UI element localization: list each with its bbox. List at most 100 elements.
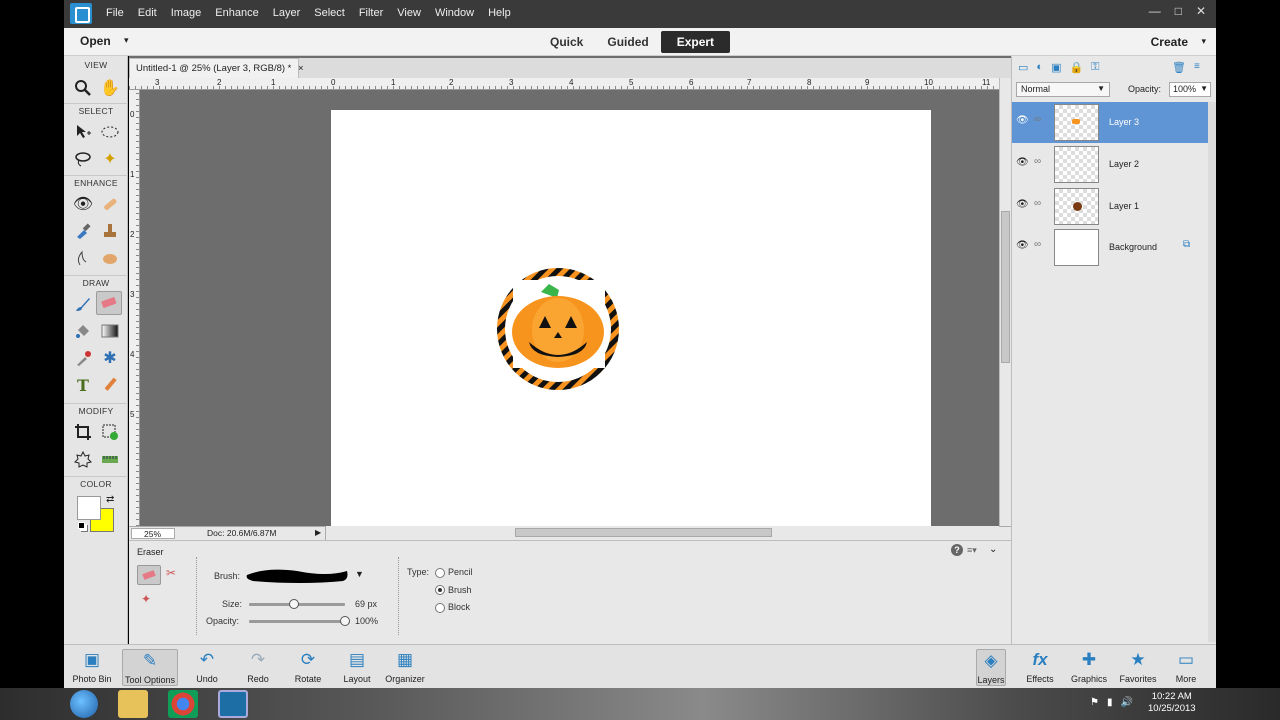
layer-opacity-field[interactable]: 100% ▼ <box>1169 82 1211 97</box>
lasso-tool-icon[interactable] <box>70 147 96 171</box>
link-icon[interactable]: ∞ <box>1034 114 1041 125</box>
default-colors-icon[interactable] <box>78 522 85 529</box>
recompose-tool-icon[interactable] <box>97 420 123 444</box>
size-slider-knob[interactable] <box>289 599 300 609</box>
effects-button[interactable]: fx Effects <box>1015 649 1065 684</box>
layer-row-layer-2[interactable]: 👁 ∞ Layer 2 <box>1012 144 1209 185</box>
visibility-eye-icon[interactable]: 👁 <box>1016 240 1029 251</box>
custom-shape-tool-icon[interactable]: ✱ <box>97 346 123 370</box>
zoom-field[interactable]: 25% <box>131 528 175 539</box>
favorites-button[interactable]: ★ Favorites <box>1113 649 1163 684</box>
create-dropdown-icon[interactable]: ▾ <box>1201 36 1206 47</box>
red-eye-tool-icon[interactable]: 👁 <box>70 192 96 216</box>
options-menu-icon[interactable]: ≡▾ <box>967 545 977 556</box>
link-icon[interactable]: ∞ <box>1034 198 1041 209</box>
chrome-taskbar-icon[interactable] <box>168 690 198 718</box>
layer-name[interactable]: Layer 2 <box>1109 159 1139 169</box>
blur-tool-icon[interactable] <box>70 246 96 270</box>
visibility-eye-icon[interactable]: 👁 <box>1016 115 1029 126</box>
maximize-button[interactable]: □ <box>1175 4 1182 18</box>
lock-transparency-icon[interactable]: ⚿ <box>1091 61 1099 74</box>
open-button[interactable]: Open <box>80 34 111 48</box>
hand-tool-icon[interactable]: ✋ <box>97 76 123 100</box>
menu-enhance[interactable]: Enhance <box>215 7 258 19</box>
eraser-mode-icon[interactable] <box>137 565 161 585</box>
document-tab-close-icon[interactable]: × <box>298 63 304 74</box>
type-brush-radio[interactable] <box>435 585 445 595</box>
background-eraser-icon[interactable]: ✂ <box>166 566 176 580</box>
paint-bucket-tool-icon[interactable] <box>70 319 96 343</box>
network-icon[interactable]: ▮ <box>1107 697 1113 708</box>
layer-name[interactable]: Layer 1 <box>1109 201 1139 211</box>
spot-healing-tool-icon[interactable] <box>97 192 123 216</box>
type-brush-label[interactable]: Brush <box>448 585 472 595</box>
undo-button[interactable]: ↶ Undo <box>182 649 232 684</box>
marquee-tool-icon[interactable] <box>97 120 123 144</box>
graphics-button[interactable]: ✚ Graphics <box>1064 649 1114 684</box>
brush-preview[interactable] <box>243 565 351 585</box>
layer-name[interactable]: Background <box>1109 242 1157 252</box>
action-center-icon[interactable]: ⚑ <box>1090 697 1099 708</box>
create-button[interactable]: Create <box>1151 35 1188 49</box>
gradient-tool-icon[interactable] <box>97 319 123 343</box>
layer-mask-icon[interactable]: ▣ <box>1051 61 1061 74</box>
type-pencil-radio[interactable] <box>435 568 445 578</box>
link-icon[interactable]: ∞ <box>1034 239 1041 250</box>
explorer-taskbar-icon[interactable] <box>118 690 148 718</box>
eraser-tool-icon[interactable] <box>96 291 122 315</box>
visibility-eye-icon[interactable]: 👁 <box>1016 157 1029 168</box>
brush-dropdown-icon[interactable]: ▼ <box>355 569 364 579</box>
blend-mode-select[interactable]: Normal ▼ <box>1016 82 1110 97</box>
layer-row-layer-1[interactable]: 👁 ∞ Layer 1 <box>1012 186 1209 227</box>
photo-bin-button[interactable]: ▣ Photo Bin <box>67 649 117 684</box>
minimize-button[interactable]: — <box>1149 4 1161 18</box>
status-menu-arrow-icon[interactable]: ▶ <box>315 528 321 537</box>
foreground-color-swatch[interactable] <box>77 496 101 520</box>
delete-layer-icon[interactable]: 🗑 <box>1172 61 1186 74</box>
collapse-options-icon[interactable]: ⌄ <box>989 544 997 555</box>
visibility-eye-icon[interactable]: 👁 <box>1016 199 1029 210</box>
windows-start-button[interactable] <box>70 690 98 718</box>
more-button[interactable]: ▭ More <box>1161 649 1211 684</box>
document-canvas[interactable] <box>331 110 931 526</box>
vertical-scrollbar[interactable] <box>999 78 1011 526</box>
eyedropper-tool-icon[interactable] <box>70 346 96 370</box>
menu-window[interactable]: Window <box>435 7 474 19</box>
opacity-dropdown-icon[interactable]: ▼ <box>1200 84 1208 93</box>
horizontal-scroll-thumb[interactable] <box>515 528 772 537</box>
opacity-slider[interactable] <box>249 620 345 623</box>
menu-image[interactable]: Image <box>171 7 202 19</box>
type-block-radio[interactable] <box>435 603 445 613</box>
brush-tool-icon[interactable] <box>70 292 96 316</box>
menu-layer[interactable]: Layer <box>273 7 301 19</box>
sponge-tool-icon[interactable] <box>97 246 123 270</box>
cookie-cutter-tool-icon[interactable] <box>70 447 96 471</box>
layout-button[interactable]: ▤ Layout <box>332 649 382 684</box>
move-tool-icon[interactable] <box>70 120 96 144</box>
open-dropdown-icon[interactable]: ▾ <box>124 35 129 46</box>
organizer-button[interactable]: ▦ Organizer <box>380 649 430 684</box>
mode-quick-tab[interactable]: Quick <box>538 31 595 53</box>
mode-expert-tab[interactable]: Expert <box>660 31 731 53</box>
crop-tool-icon[interactable] <box>70 420 96 444</box>
swap-colors-icon[interactable]: ⇄ <box>106 494 114 505</box>
magic-wand-tool-icon[interactable]: ✦ <box>97 147 123 171</box>
menu-filter[interactable]: Filter <box>359 7 383 19</box>
horizontal-scrollbar[interactable] <box>325 526 999 540</box>
link-icon[interactable]: ∞ <box>1034 156 1041 167</box>
smart-brush-tool-icon[interactable] <box>70 219 96 243</box>
menu-select[interactable]: Select <box>314 7 345 19</box>
type-block-label[interactable]: Block <box>448 602 470 612</box>
layers-panel-scrollbar[interactable] <box>1208 102 1216 642</box>
layer-row-background[interactable]: 👁 ∞ Background ⧉ <box>1012 227 1209 268</box>
menu-help[interactable]: Help <box>488 7 511 19</box>
layer-row-layer-3[interactable]: 👁 ∞ Layer 3 <box>1012 102 1209 143</box>
help-icon[interactable]: ? <box>951 544 963 556</box>
pencil-tool-icon[interactable] <box>97 373 123 397</box>
new-layer-icon[interactable]: ▭ <box>1018 61 1028 74</box>
menu-edit[interactable]: Edit <box>138 7 157 19</box>
menu-file[interactable]: File <box>106 7 124 19</box>
mode-guided-tab[interactable]: Guided <box>595 31 660 53</box>
lock-all-icon[interactable]: 🔒 <box>1069 61 1083 74</box>
panel-menu-icon[interactable]: ≡ <box>1194 61 1200 72</box>
